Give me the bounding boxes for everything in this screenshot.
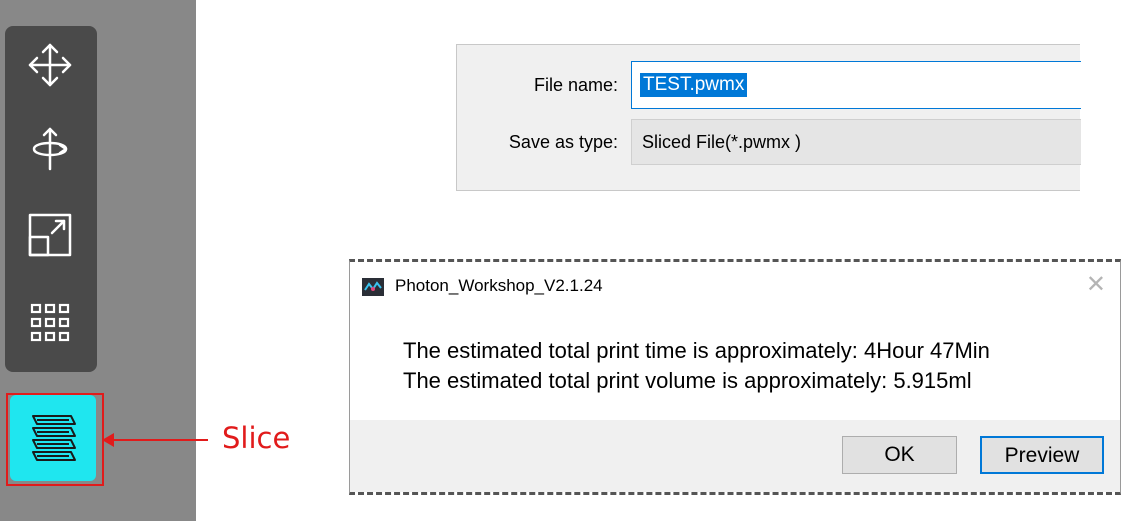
file-name-row: File name: — [457, 65, 626, 105]
file-name-label: File name: — [533, 74, 618, 95]
scale-icon — [28, 213, 72, 257]
tool-panel — [5, 26, 97, 372]
slice-highlight-box — [6, 393, 104, 486]
message-dialog: Photon_Workshop_V2.1.24 ✕ The estimated … — [349, 259, 1121, 495]
preview-button[interactable]: Preview — [980, 436, 1104, 474]
move-tool-button[interactable] — [19, 34, 81, 96]
close-icon[interactable]: ✕ — [1086, 270, 1106, 299]
save-as-type-label: Save as type: — [508, 131, 618, 152]
annotation-arrow-icon — [102, 433, 208, 447]
move-icon — [28, 43, 72, 87]
file-name-input[interactable]: TEST.pwmx — [631, 61, 1081, 109]
save-as-type-row: Save as type: — [457, 122, 626, 162]
layout-tool-button[interactable] — [19, 292, 81, 354]
scale-tool-button[interactable] — [19, 204, 81, 266]
annotation-label: Slice — [222, 421, 291, 455]
dialog-title: Photon_Workshop_V2.1.24 — [395, 276, 603, 295]
rotate-icon — [32, 127, 68, 171]
save-dialog: File name: TEST.pwmx Save as type: Slice… — [456, 44, 1081, 191]
rotate-tool-button[interactable] — [19, 118, 81, 180]
dialog-footer: OK Preview — [350, 420, 1120, 492]
ok-button[interactable]: OK — [842, 436, 957, 474]
app-icon — [362, 278, 384, 296]
file-name-value: TEST.pwmx — [640, 73, 748, 97]
save-as-type-select[interactable]: Sliced File(*.pwmx ) — [631, 119, 1081, 165]
print-time-text: The estimated total print time is approx… — [403, 338, 990, 363]
print-volume-text: The estimated total print volume is appr… — [403, 368, 972, 393]
layout-grid-icon — [30, 303, 70, 342]
